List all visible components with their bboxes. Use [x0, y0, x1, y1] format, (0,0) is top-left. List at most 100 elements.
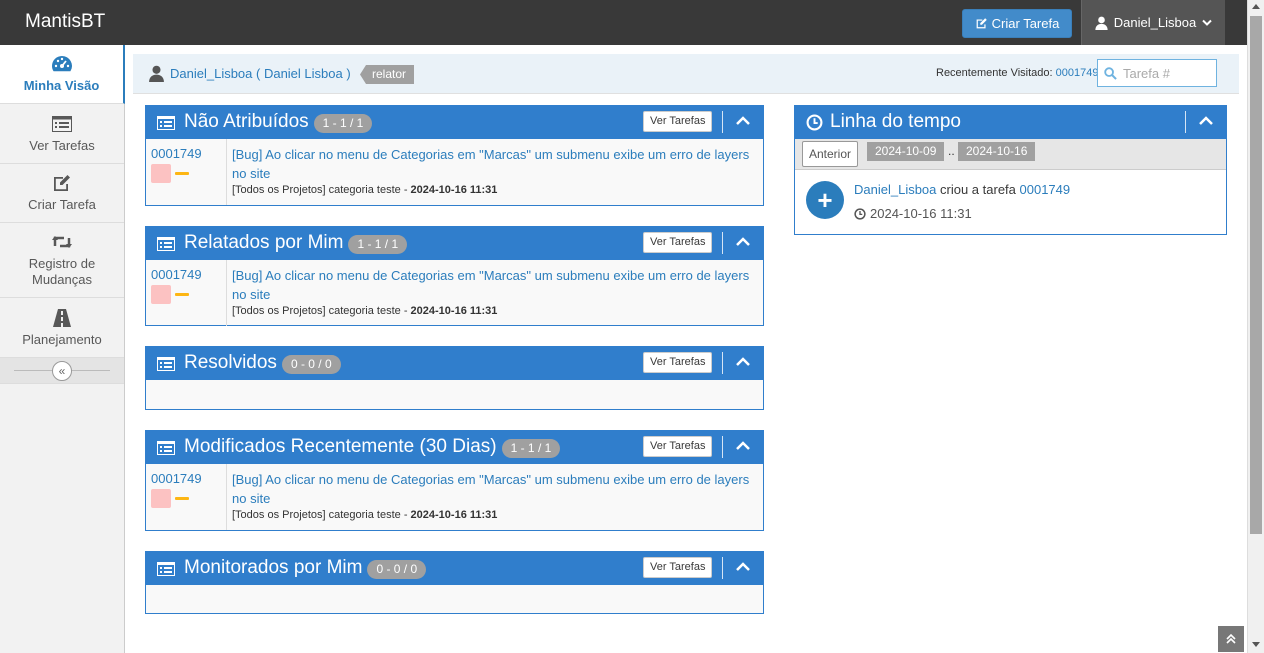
recently-visited-label: Recentemente Visitado: [936, 67, 1053, 79]
widget-title: Linha do tempo [830, 111, 961, 133]
widget-title-text: Monitorados por Mim [184, 557, 363, 578]
double-chevron-up-icon [1226, 634, 1236, 644]
dashboard-icon [51, 54, 73, 74]
edit-icon [52, 173, 72, 193]
issue-search-box[interactable] [1097, 59, 1217, 87]
widget-reported-by-me: Relatados por Mim 1 - 1 / 1 Ver Tarefas 0… [145, 226, 764, 326]
timeline-action-text: criou a tarefa [936, 182, 1020, 197]
widget-header: Linha do tempo [795, 106, 1226, 139]
issue-summary-link[interactable]: [Bug] Ao clicar no menu de Categorias em… [232, 268, 749, 302]
view-issues-button[interactable]: Ver Tarefas [643, 232, 713, 253]
collapse-sidebar-icon[interactable]: « [52, 361, 72, 381]
chevron-up-icon[interactable] [735, 559, 751, 575]
role-badge: relator [360, 65, 415, 84]
date-separator: .. [948, 144, 955, 158]
breadcrumb: Daniel_Lisboa ( Daniel Lisboa ) relator … [133, 54, 1239, 94]
sidebar-item-changelog[interactable]: Registro de Mudanças [0, 223, 124, 298]
scrollbar-thumb[interactable] [1250, 16, 1262, 534]
date-to-badge: 2024-10-16 [958, 142, 1036, 161]
widget-header: Monitorados por Mim 0 - 0 / 0 Ver Tarefas [146, 552, 763, 585]
brand-logo[interactable]: MantisBT [25, 11, 105, 33]
issue-id-cell: 0001749 [146, 260, 227, 326]
count-badge: 0 - 0 / 0 [367, 559, 427, 579]
chevron-up-icon[interactable] [735, 354, 751, 370]
sidebar-item-label: Minha Visão [23, 78, 100, 93]
issue-project: [Todos os Projetos] categoria teste - [232, 184, 411, 196]
list-icon [157, 357, 175, 374]
sidebar-item-view-issues[interactable]: Ver Tarefas [0, 104, 124, 164]
issue-id-cell: 0001749 [146, 139, 227, 205]
widget-title-text: Modificados Recentemente (30 Dias) [184, 436, 497, 457]
view-issues-button[interactable]: Ver Tarefas [643, 352, 713, 373]
divider [722, 352, 723, 374]
road-icon [52, 308, 72, 328]
issue-summary-link[interactable]: [Bug] Ao clicar no menu de Categorias em… [232, 472, 749, 506]
issue-date: 2024-10-16 11:31 [410, 184, 498, 196]
issue-id-link[interactable]: 0001749 [151, 146, 202, 161]
priority-icon [175, 497, 189, 500]
user-icon [149, 65, 164, 82]
widget-timeline: Linha do tempo Anterior 2024-10-09 .. 20… [794, 105, 1227, 235]
sidebar-collapse-bar: « [0, 358, 124, 384]
edit-icon [976, 18, 987, 29]
chevron-up-icon[interactable] [735, 113, 751, 129]
widget-header: Relatados por Mim 1 - 1 / 1 Ver Tarefas [146, 227, 763, 260]
sidebar-item-label: Registro de Mudanças [28, 256, 96, 287]
issue-id-link[interactable]: 0001749 [151, 471, 202, 486]
issue-id-link[interactable]: 0001749 [151, 267, 202, 282]
sidebar: Minha Visão Ver Tarefas Criar Tarefa Reg… [0, 45, 125, 653]
scroll-down-arrow-icon[interactable] [1252, 642, 1260, 647]
timeline-issue-link[interactable]: 0001749 [1020, 182, 1071, 197]
widget-title-text: Linha do tempo [830, 111, 961, 132]
widget-title: Resolvidos 0 - 0 / 0 [184, 352, 341, 374]
chevron-up-icon[interactable] [735, 234, 751, 250]
issue-meta: [Todos os Projetos] categoria teste - 20… [232, 509, 497, 521]
count-badge: 1 - 1 / 1 [313, 113, 373, 133]
timeline-user-link[interactable]: Daniel_Lisboa [854, 182, 936, 197]
widget-title-text: Relatados por Mim [184, 232, 344, 253]
create-issue-button[interactable]: Criar Tarefa [962, 9, 1072, 38]
view-issues-button[interactable]: Ver Tarefas [643, 557, 713, 578]
issue-date: 2024-10-16 11:31 [410, 305, 498, 317]
widget-monitored-by-me: Monitorados por Mim 0 - 0 / 0 Ver Tarefas [145, 551, 764, 614]
list-icon [157, 237, 175, 254]
top-navbar: MantisBT Criar Tarefa Daniel_Lisboa [0, 0, 1247, 45]
issue-summary-cell: [Bug] Ao clicar no menu de Categorias em… [232, 145, 752, 183]
widget-header: Não Atribuídos 1 - 1 / 1 Ver Tarefas [146, 106, 763, 139]
priority-icon [175, 293, 189, 296]
previous-button[interactable]: Anterior [802, 141, 859, 167]
timeline-time-text: 2024-10-16 11:31 [870, 206, 972, 221]
breadcrumb-user-label: Daniel_Lisboa ( Daniel Lisboa ) [170, 66, 351, 81]
chevron-up-icon[interactable] [735, 438, 751, 454]
widget-header: Resolvidos 0 - 0 / 0 Ver Tarefas [146, 347, 763, 380]
view-issues-button[interactable]: Ver Tarefas [643, 111, 713, 132]
issue-project: [Todos os Projetos] categoria teste - [232, 509, 411, 521]
table-row: 0001749 [Bug] Ao clicar no menu de Categ… [146, 139, 763, 205]
breadcrumb-user-link[interactable]: Daniel_Lisboa ( Daniel Lisboa ) [149, 65, 351, 82]
sidebar-item-roadmap[interactable]: Planejamento [0, 298, 124, 358]
view-issues-button[interactable]: Ver Tarefas [643, 436, 713, 457]
count-badge: 1 - 1 / 1 [501, 438, 561, 458]
widget-title-text: Não Atribuídos [184, 111, 309, 132]
issue-meta: [Todos os Projetos] categoria teste - 20… [232, 305, 497, 317]
issue-summary-cell: [Bug] Ao clicar no menu de Categorias em… [232, 470, 752, 508]
issue-summary-link[interactable]: [Bug] Ao clicar no menu de Categorias em… [232, 147, 749, 181]
scroll-up-arrow-icon[interactable] [1252, 4, 1260, 9]
list-icon [52, 114, 72, 134]
issue-search-input[interactable] [1123, 65, 1213, 81]
user-menu[interactable]: Daniel_Lisboa [1081, 0, 1225, 45]
list-icon [157, 441, 175, 458]
page-scrollbar[interactable] [1247, 0, 1264, 653]
table-row: 0001749 [Bug] Ao clicar no menu de Categ… [146, 464, 763, 530]
sidebar-item-report-issue[interactable]: Criar Tarefa [0, 164, 124, 223]
chevron-up-icon[interactable] [1198, 113, 1214, 129]
timeline-nav: Anterior 2024-10-09 .. 2024-10-16 [795, 139, 1226, 170]
clock-icon [854, 207, 866, 220]
sidebar-item-label: Criar Tarefa [28, 197, 96, 212]
widget-body [146, 380, 763, 409]
recent-issue-link[interactable]: 0001749 [1056, 67, 1099, 79]
sidebar-item-my-view[interactable]: Minha Visão [0, 45, 125, 104]
retweet-icon [51, 232, 73, 252]
scroll-to-top-button[interactable] [1218, 626, 1244, 652]
widget-body [146, 585, 763, 613]
